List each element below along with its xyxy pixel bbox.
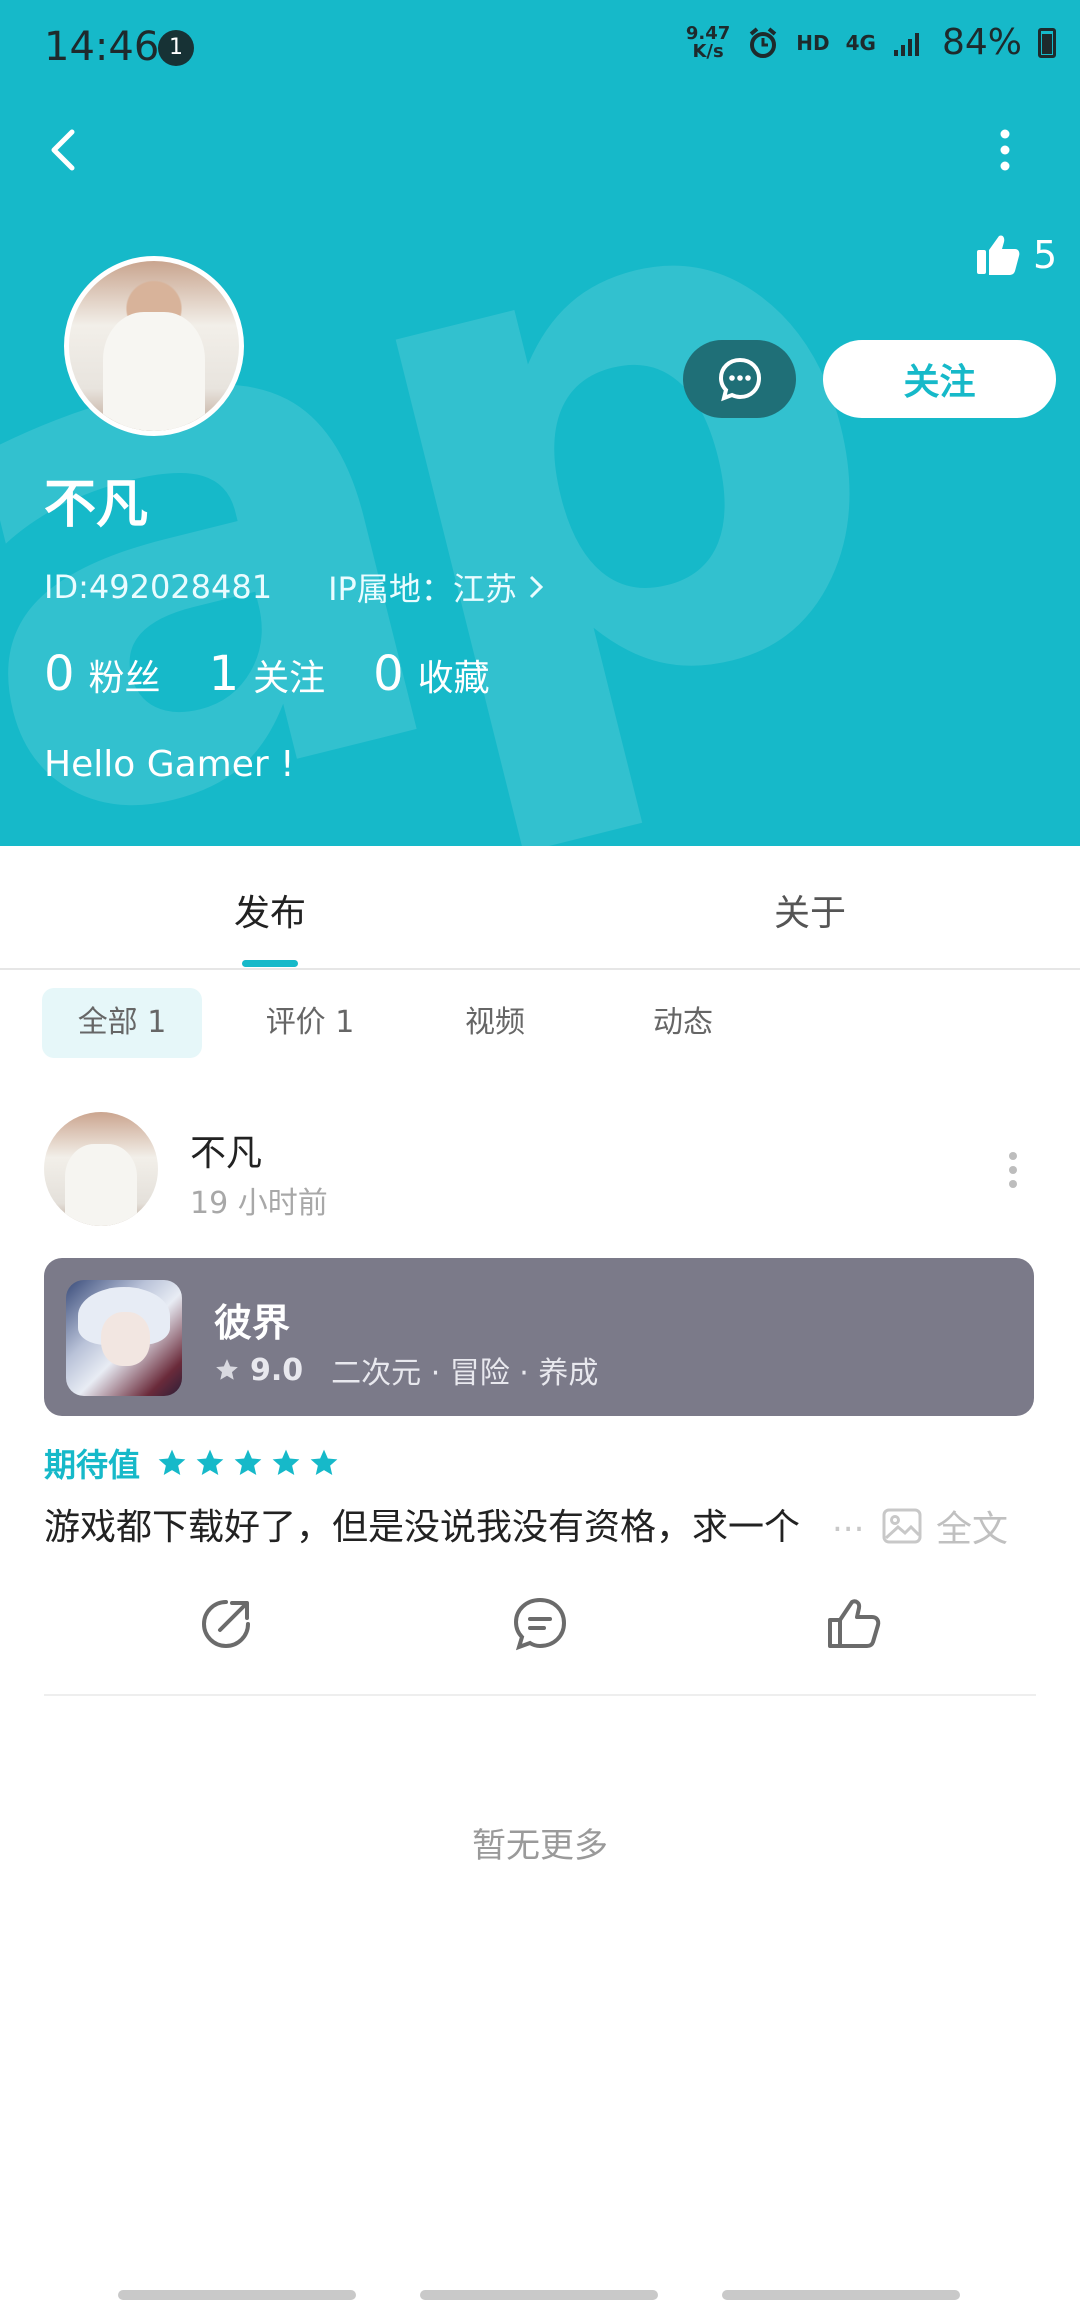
active-tab-indicator (242, 960, 298, 967)
filter-moments[interactable]: 动态 (628, 988, 738, 1058)
no-more-label: 暂无更多 (472, 1826, 608, 1866)
rating-stars (156, 1447, 340, 1479)
stat-favorites[interactable]: 0 收藏 (373, 646, 490, 702)
stat-following[interactable]: 1 关注 (209, 646, 326, 702)
post-more-icon[interactable] (1005, 1150, 1021, 1190)
share-icon[interactable] (196, 1594, 256, 1654)
more-vertical-icon[interactable] (985, 120, 1025, 180)
full-text-link[interactable]: 全文 (882, 1500, 1008, 1552)
chat-bubble-icon (718, 357, 761, 402)
image-icon (882, 1508, 922, 1544)
post-divider (44, 1694, 1036, 1696)
review-ellipsis: ... (832, 1500, 865, 1540)
ip-location[interactable]: IP属地：江苏 (328, 564, 545, 610)
post-time: 19 小时前 (190, 1186, 328, 1221)
profile-likes: 5 (975, 232, 1057, 278)
like-icon[interactable] (824, 1594, 884, 1654)
message-button[interactable] (683, 340, 796, 418)
follow-button[interactable]: 关注 (823, 340, 1056, 418)
profile-id-row: ID:492028481 IP属地：江苏 (44, 564, 545, 610)
filter-videos[interactable]: 视频 (440, 988, 550, 1058)
likes-count: 5 (1033, 233, 1058, 277)
game-tags: 二次元 · 冒险 · 养成 (331, 1356, 599, 1391)
battery-percent: 84% (941, 22, 1022, 63)
status-time: 14:46 (44, 24, 160, 70)
stat-followers[interactable]: 0 粉丝 (44, 646, 161, 702)
filter-reviews[interactable]: 评价 1 (250, 988, 370, 1058)
game-icon (66, 1280, 182, 1396)
comment-icon[interactable] (510, 1594, 570, 1654)
hd-indicator: HD (796, 30, 830, 55)
expectation-rating: 期待值 (44, 1440, 340, 1486)
nav-recents[interactable] (118, 2290, 356, 2300)
profile-name: 不凡 (44, 475, 149, 535)
game-card[interactable] (44, 1258, 1034, 1416)
net-speed: 9.47 K/s (685, 22, 731, 62)
game-meta: 9.0 二次元 · 冒险 · 养成 (214, 1348, 598, 1392)
game-name: 彼界 (214, 1301, 291, 1345)
alarm-icon (750, 26, 777, 58)
rating-star-icon (234, 1449, 262, 1475)
thumbs-up-icon (977, 235, 1020, 275)
profile-tabs: 发布 关于 (0, 846, 1080, 970)
profile-stats: 0 粉丝 1 关注 0 收藏 (44, 646, 490, 702)
rating-star-icon (196, 1449, 224, 1475)
tab-publish[interactable]: 发布 (234, 884, 306, 936)
content-filters: 全部 1 评价 1 视频 动态 (0, 988, 1080, 1060)
profile-bio: Hello Gamer ! (44, 744, 295, 785)
star-icon (216, 1359, 238, 1380)
notification-badge: 1 (158, 30, 194, 66)
rating-star-icon (310, 1449, 338, 1475)
tab-about[interactable]: 关于 (774, 884, 846, 936)
review-text[interactable]: 游戏都下载好了，但是没说我没有资格，求一个 (44, 1498, 800, 1550)
nav-back[interactable] (722, 2290, 960, 2300)
user-id: ID:492028481 (44, 568, 273, 606)
expectation-label: 期待值 (44, 1446, 141, 1484)
network-type: 4G (845, 30, 876, 55)
rating-star-icon (272, 1449, 300, 1475)
post-author-avatar[interactable] (44, 1112, 158, 1226)
battery-icon (1038, 27, 1056, 58)
nav-home[interactable] (420, 2290, 658, 2300)
chevron-right-icon (529, 575, 543, 599)
signal-icon (893, 32, 919, 56)
back-arrow-icon[interactable] (36, 120, 96, 180)
profile-avatar[interactable] (64, 256, 244, 436)
filter-all[interactable]: 全部 1 (42, 988, 202, 1058)
post-author-name[interactable]: 不凡 (190, 1124, 262, 1176)
rating-star-icon (158, 1449, 186, 1475)
game-score: 9.0 (250, 1352, 304, 1388)
status-icons: 9.47 K/s HD 4G 84% (686, 22, 1056, 63)
